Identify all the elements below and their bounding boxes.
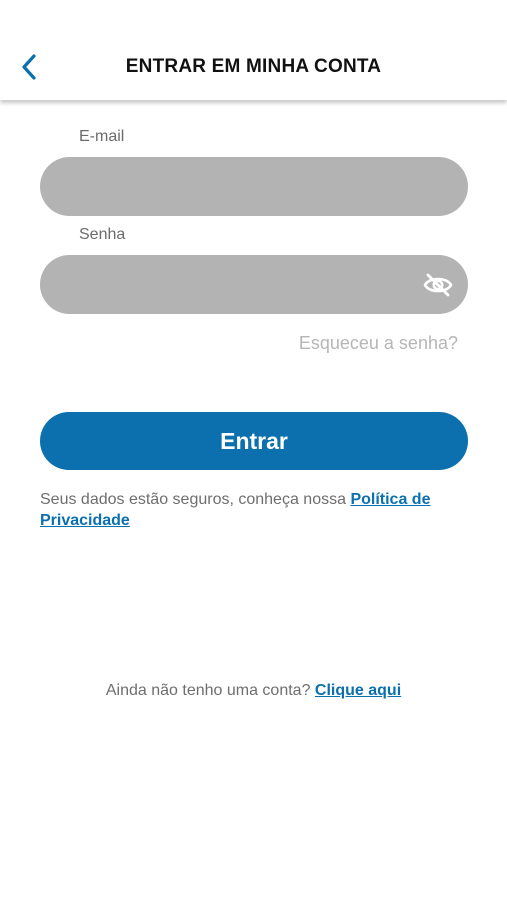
signup-link[interactable]: Clique aqui bbox=[315, 682, 401, 699]
page-title: ENTRAR EM MINHA CONTA bbox=[125, 56, 382, 77]
password-label: Senha bbox=[79, 226, 126, 243]
eye-off-icon bbox=[423, 273, 453, 297]
email-field[interactable] bbox=[40, 157, 468, 216]
signup-prompt: Ainda não tenho uma conta? Clique aqui bbox=[0, 682, 507, 700]
signup-text: Ainda não tenho uma conta? bbox=[105, 682, 315, 699]
toggle-password-visibility-button[interactable] bbox=[420, 270, 456, 300]
email-label: E-mail bbox=[79, 128, 125, 145]
privacy-notice: Seus dados estão seguros, conheça nossa … bbox=[40, 489, 480, 531]
login-button[interactable]: Entrar bbox=[40, 412, 468, 470]
forgot-password-link[interactable]: Esqueceu a senha? bbox=[299, 333, 458, 354]
app-header: ENTRAR EM MINHA CONTA bbox=[0, 0, 507, 100]
privacy-text: Seus dados estão seguros, conheça nossa bbox=[40, 491, 351, 508]
password-field[interactable] bbox=[40, 255, 468, 314]
